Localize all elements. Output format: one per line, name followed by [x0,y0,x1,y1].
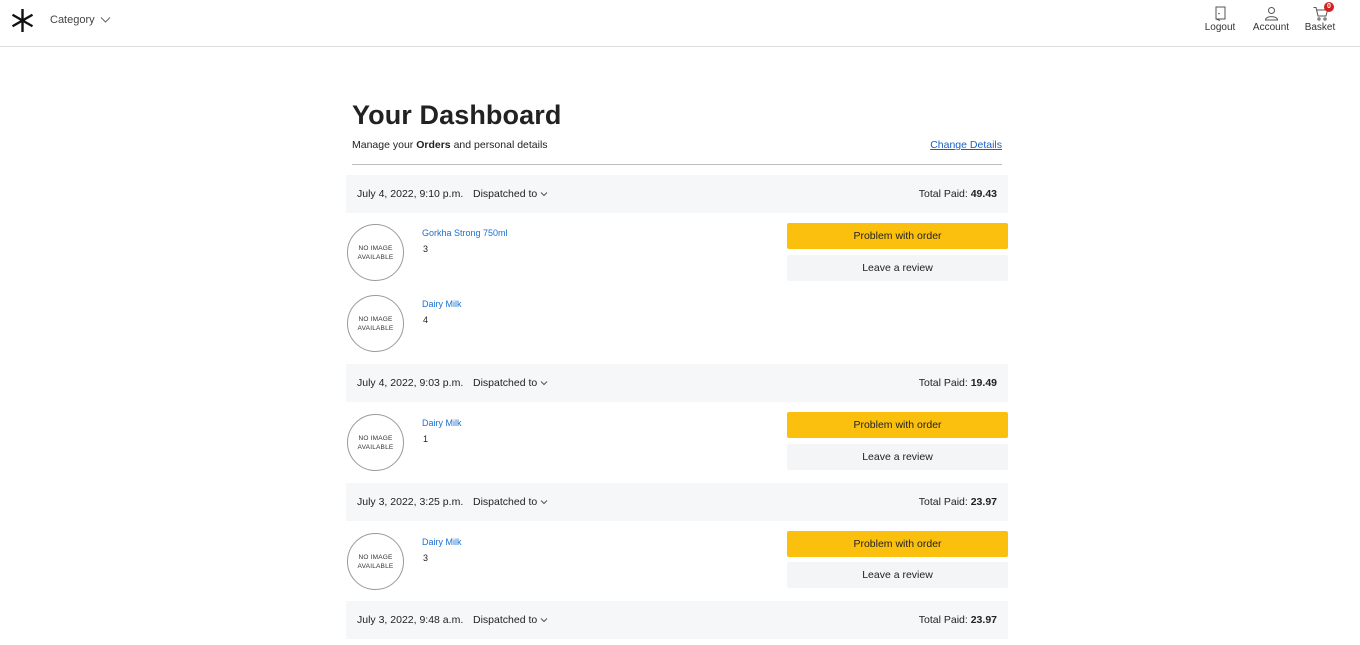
dispatched-label: Dispatched to [473,496,538,508]
logout-door-icon [1215,6,1225,21]
no-image-placeholder: NO IMAGE AVAILABLE [347,295,404,352]
dispatched-dropdown[interactable]: Dispatched to [473,496,548,508]
order-total: Total Paid: 49.43 [919,188,997,200]
total-label: Total Paid: [918,614,971,626]
no-image-text: NO IMAGE [358,315,393,323]
order-date: July 3, 2022, 3:25 p.m. [357,496,464,508]
account-label: Account [1252,22,1290,33]
item-name-link[interactable]: Gorkha Strong 750ml [422,228,508,238]
category-label: Category [50,14,95,26]
order-date: July 3, 2022, 9:48 a.m. [357,614,464,626]
item-quantity: 3 [423,244,429,254]
available-text: AVAILABLE [357,443,394,451]
order-header: July 4, 2022, 9:10 p.m. Dispatched to To… [346,175,1008,213]
category-dropdown[interactable]: Category [50,14,111,26]
dashboard-subtitle: Manage your Orders and personal details [352,139,548,151]
basket-label: Basket [1304,22,1336,33]
total-amount: 49.43 [970,188,997,200]
no-image-placeholder: NO IMAGE AVAILABLE [347,414,404,471]
item-name-link[interactable]: Dairy Milk [422,537,462,547]
chevron-down-icon [540,381,548,386]
available-text: AVAILABLE [357,562,394,570]
chevron-down-icon [540,192,548,197]
dispatched-dropdown[interactable]: Dispatched to [473,614,548,626]
change-details-link[interactable]: Change Details [930,139,1002,151]
order-date: July 4, 2022, 9:03 p.m. [357,377,464,389]
item-quantity: 3 [423,553,429,563]
problem-with-order-button[interactable]: Problem with order [787,531,1008,557]
order-header: July 3, 2022, 9:48 a.m. Dispatched to To… [346,601,1008,639]
leave-review-button[interactable]: Leave a review [787,444,1008,470]
order-item: NO IMAGE AVAILABLE Dairy Milk 4 [346,295,1008,353]
subtitle-suffix: and personal details [450,139,548,151]
problem-with-order-button[interactable]: Problem with order [787,223,1008,249]
item-name-link[interactable]: Dairy Milk [422,418,462,428]
no-image-text: NO IMAGE [358,553,393,561]
total-label: Total Paid: [918,496,971,508]
item-name-link[interactable]: Dairy Milk [422,299,462,309]
problem-with-order-button[interactable]: Problem with order [787,412,1008,438]
total-label: Total Paid: [918,377,971,389]
chevron-down-icon [100,17,110,23]
total-amount: 23.97 [970,496,997,508]
leave-review-button[interactable]: Leave a review [787,255,1008,281]
item-quantity: 4 [423,315,429,325]
item-quantity: 1 [423,434,429,444]
chevron-down-icon [540,618,548,623]
order-total: Total Paid: 23.97 [919,614,997,626]
order-header: July 3, 2022, 3:25 p.m. Dispatched to To… [346,483,1008,521]
no-image-placeholder: NO IMAGE AVAILABLE [347,224,404,281]
top-navbar: Category Logout Account 0 Basket [0,0,1360,47]
dispatched-dropdown[interactable]: Dispatched to [473,377,548,389]
leave-review-button[interactable]: Leave a review [787,562,1008,588]
dispatched-label: Dispatched to [473,614,538,626]
dispatched-label: Dispatched to [473,188,538,200]
basket-count-badge: 0 [1324,2,1334,12]
asterisk-logo-icon[interactable] [10,8,35,33]
account-button[interactable]: Account [1246,5,1296,33]
chevron-down-icon [540,500,548,505]
user-icon [1264,7,1278,21]
page-title: Your Dashboard [352,100,562,130]
total-amount: 19.49 [970,377,997,389]
total-label: Total Paid: [918,188,971,200]
available-text: AVAILABLE [357,253,394,261]
order-date: July 4, 2022, 9:10 p.m. [357,188,464,200]
no-image-text: NO IMAGE [358,244,393,252]
order-total: Total Paid: 19.49 [919,377,997,389]
logout-button[interactable]: Logout [1195,5,1245,33]
available-text: AVAILABLE [357,324,394,332]
dispatched-dropdown[interactable]: Dispatched to [473,188,548,200]
basket-button[interactable]: 0 Basket [1295,2,1345,33]
divider [352,164,1002,165]
subtitle-prefix: Manage your [352,139,417,151]
no-image-text: NO IMAGE [358,434,393,442]
order-total: Total Paid: 23.97 [919,496,997,508]
subtitle-orders: Orders [416,139,451,151]
no-image-placeholder: NO IMAGE AVAILABLE [347,533,404,590]
total-amount: 23.97 [970,614,997,626]
order-header: July 4, 2022, 9:03 p.m. Dispatched to To… [346,364,1008,402]
logout-label: Logout [1204,22,1236,33]
dispatched-label: Dispatched to [473,377,538,389]
